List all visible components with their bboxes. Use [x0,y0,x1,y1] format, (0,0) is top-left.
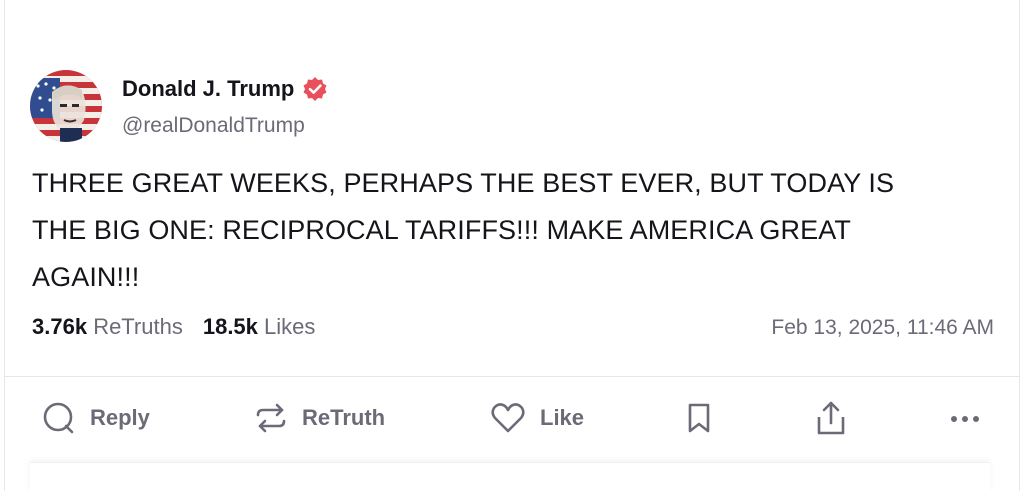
avatar[interactable] [30,70,102,142]
more-options-button[interactable] [948,396,982,440]
bookmark-icon [684,401,714,435]
post-timestamp[interactable]: Feb 13, 2025, 11:46 AM [771,316,994,340]
post-text-line: THREE GREAT WEEKS, PERHAPS THE BEST EVER… [32,168,895,198]
verified-badge-icon [302,76,328,102]
action-bar: Reply ReTruth Like [0,396,1024,440]
retruth-button[interactable]: ReTruth [254,396,385,440]
like-label: Like [540,405,585,430]
post-text-line: THE BIG ONE: RECIPROCAL TARIFFS!!! MAKE … [32,215,851,245]
like-icon [490,401,526,435]
retruths-count: 3.76k [32,314,88,339]
retruth-label: ReTruth [302,405,386,430]
likes-stat[interactable]: 18.5k Likes [203,314,316,340]
share-button[interactable] [814,396,848,440]
reply-label: Reply [90,405,150,430]
likes-label: Likes [264,314,316,339]
author-handle[interactable]: @realDonaldTrump [122,114,305,138]
retruths-stat[interactable]: 3.76k ReTruths [32,314,183,340]
likes-count: 18.5k [202,314,258,339]
share-icon [814,399,848,437]
next-card-edge [30,462,990,492]
reply-button[interactable]: Reply [42,396,150,440]
post-text-line: AGAIN!!! [32,262,140,292]
retruths-label: ReTruths [93,314,183,339]
divider [4,376,1020,377]
retruth-icon [254,401,288,435]
bookmark-button[interactable] [684,396,714,440]
post-text: THREE GREAT WEEKS, PERHAPS THE BEST EVER… [32,160,992,301]
like-button[interactable]: Like [490,396,584,440]
author-name[interactable]: Donald J. Trump [122,76,294,102]
more-icon [948,401,982,435]
post-stats: 3.76k ReTruths 18.5k Likes [32,314,315,340]
author-row: Donald J. Trump [122,76,328,102]
reply-icon [42,401,76,435]
